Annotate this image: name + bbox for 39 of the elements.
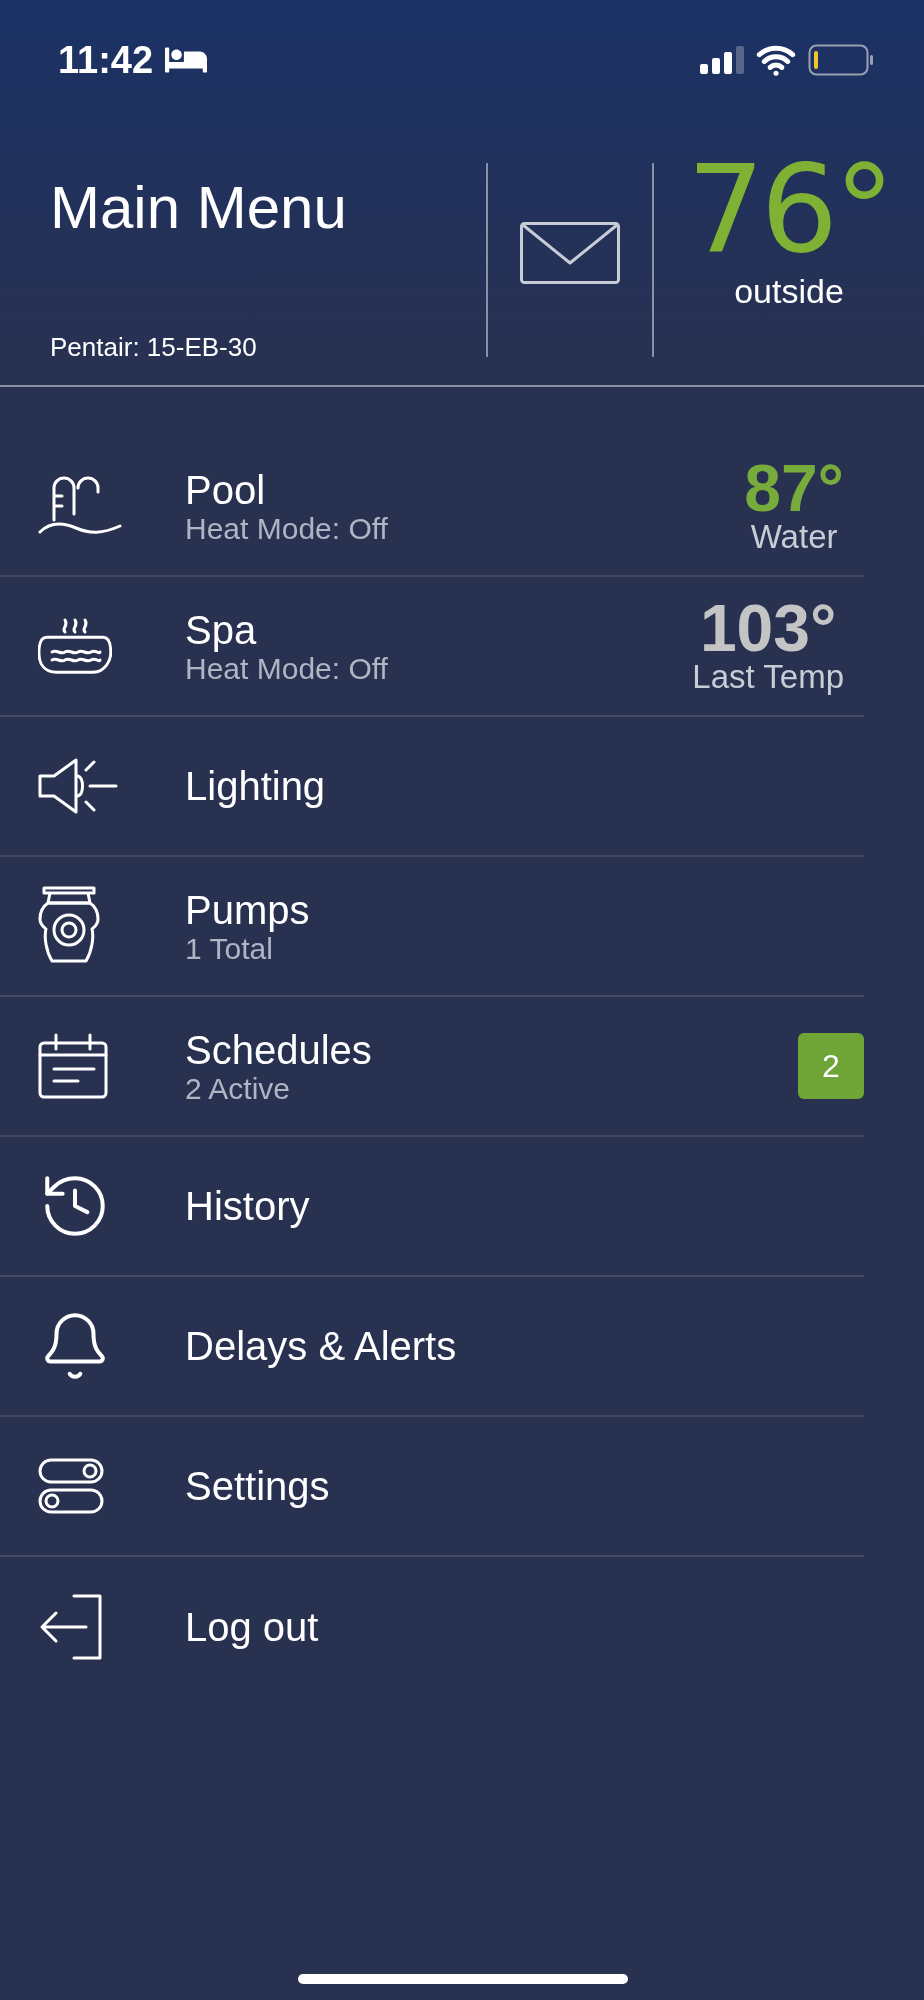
menu-item-title: Schedules — [185, 1027, 373, 1072]
menu-item-status: 1 Total — [185, 931, 273, 965]
menu-item-title: History — [185, 1184, 311, 1228]
status-time: 11:42 — [58, 38, 154, 82]
menu-item-status: 2 Active — [185, 1071, 292, 1105]
menu-item-title: Pumps — [185, 887, 311, 932]
page-title: Main Menu — [50, 178, 348, 238]
menu-item[interactable]: Delays & Alerts — [0, 1277, 864, 1417]
temperature-value: 103° — [699, 596, 837, 660]
menu-item-title: Settings — [185, 1464, 331, 1508]
outside-label: outside — [734, 272, 844, 311]
controller-id: Pentair: 15-EB-30 — [50, 332, 258, 363]
toggle-switches-icon — [38, 1458, 104, 1514]
temperature-label: Water — [750, 519, 838, 556]
menu-item-title: Delays & Alerts — [185, 1324, 458, 1368]
menu-item[interactable]: Pool Heat Mode: Off 87° Water — [0, 437, 864, 577]
temperature-value: 87° — [744, 456, 844, 520]
logout-icon — [38, 1594, 102, 1660]
cellular-signal-icon — [700, 46, 744, 74]
menu-item[interactable]: History — [0, 1137, 864, 1277]
menu-item[interactable]: Settings — [0, 1417, 864, 1557]
light-fixture-icon — [38, 756, 120, 816]
menu-item-title: Spa — [185, 607, 258, 652]
outside-temperature: 76° — [686, 148, 892, 270]
menu-item[interactable]: Log out — [0, 1557, 864, 1697]
menu-item-title: Lighting — [185, 764, 327, 808]
menu-item-status: Heat Mode: Off — [185, 511, 389, 545]
menu-item[interactable]: Lighting — [0, 717, 864, 857]
menu-item[interactable]: Spa Heat Mode: Off 103° Last Temp — [0, 577, 864, 717]
battery-icon — [808, 44, 874, 76]
count-badge: 2 — [798, 1033, 864, 1099]
menu-item-status: Heat Mode: Off — [185, 651, 389, 685]
menu-item[interactable]: Schedules 2 Active 2 — [0, 997, 864, 1137]
temperature-label: Last Temp — [692, 659, 844, 696]
menu-item-title: Pool — [185, 467, 267, 512]
mail-icon[interactable] — [520, 221, 620, 284]
menu-item-title: Log out — [185, 1605, 320, 1649]
calendar-icon — [38, 1033, 110, 1099]
menu-item[interactable]: Pumps 1 Total — [0, 857, 864, 997]
